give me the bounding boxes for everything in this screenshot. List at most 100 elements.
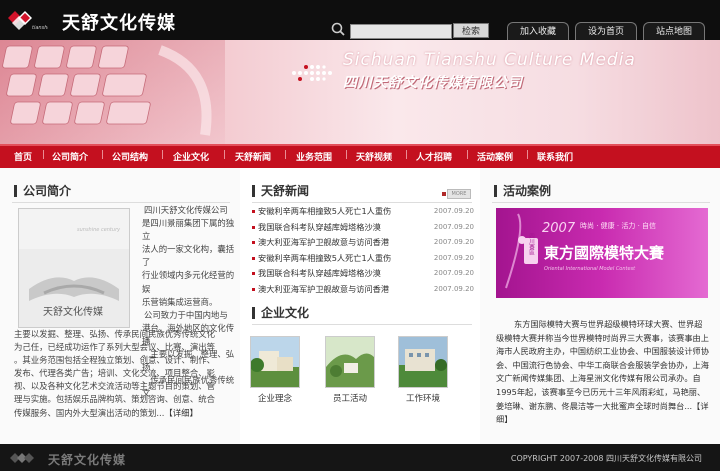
profile-line: 是四川景丽集团下属的独立 — [142, 218, 235, 242]
news-date: 2007.09.20 — [433, 238, 474, 246]
news-headline[interactable]: 安徽利辛两车相撞致5人死亡1人重伤 — [258, 206, 391, 216]
culture-photo-concept[interactable] — [250, 336, 300, 388]
news-item[interactable]: 安徽利辛两车相撞致5人死亡1人重伤 2007.09.20 — [252, 251, 474, 267]
event-banner-title: 東方國際模特大賽 — [544, 244, 665, 262]
event-year: 2007 — [542, 221, 576, 236]
divider — [12, 202, 230, 203]
profile-line: 为己任，已经成功运作了系列大型会议、比赛、演出等 — [14, 342, 215, 353]
main-nav: 首页 | 公司简介 | 公司结构 | 企业文化 | 天舒新闻 | 业务范围 | … — [0, 144, 720, 168]
nav-structure[interactable]: 公司结构 — [112, 150, 148, 163]
nav-careers[interactable]: 人才招聘 — [416, 150, 452, 163]
profile-line: 行业领域内多元化经营的娱 — [142, 270, 235, 294]
sitemap-link[interactable]: 站点地图 — [643, 22, 705, 41]
divider — [252, 202, 472, 203]
culture-label-staff[interactable]: 员工活动 — [315, 392, 385, 404]
profile-line: 乐营销集成运营商。 — [142, 296, 218, 307]
footer-logo-icon — [10, 453, 34, 463]
nav-home[interactable]: 首页 — [14, 150, 32, 163]
nav-separator: | — [42, 150, 46, 160]
content-area: 公司简介 sunshine century 天舒文化传媒 四川天舒文化传媒公司 … — [0, 168, 720, 444]
set-homepage-link[interactable]: 设为首页 — [575, 22, 637, 41]
nav-separator: | — [223, 150, 227, 160]
nav-culture[interactable]: 企业文化 — [173, 150, 209, 163]
event-description: 东方国际模特大赛与世界超级模特环球大赛、世界超级模特大赛并称当今世界模特时尚界三… — [496, 318, 710, 427]
culture-photo-staff[interactable] — [325, 336, 375, 388]
profile-detail-link[interactable]: 【详细】 — [164, 408, 198, 418]
news-item[interactable]: 澳大利亚海军护卫舰故意与访问香港 2007.09.20 — [252, 235, 474, 251]
profile-caption: 天舒文化传媒 — [43, 307, 103, 318]
nav-business[interactable]: 业务范围 — [296, 150, 332, 163]
profile-line: 发布、代理各类广告；培训、文化交流、项目整合、影 — [14, 368, 215, 379]
top-bar: tianshu 天舒文化传媒 检索 加入收藏 设为首页 站点地图 — [0, 0, 720, 41]
news-headline[interactable]: 澳大利亚海军护卫舰故意与访问香港 — [258, 237, 389, 247]
logo-text[interactable]: 天舒文化传媒 — [62, 9, 176, 35]
profile-line: 。其业务范围包括全程独立策划、创意、设计、制作、 — [14, 355, 215, 366]
event-tags: 時尚 · 健康 · 活力 · 自信 — [580, 221, 656, 230]
news-headline[interactable]: 我国联合科考队穿越库姆塔格沙漠 — [258, 222, 381, 232]
profile-title: 公司简介 — [14, 185, 71, 197]
nav-cases[interactable]: 活动案例 — [477, 150, 513, 163]
news-headline[interactable]: 澳大利亚海军护卫舰故意与访问香港 — [258, 284, 389, 294]
event-banner-image[interactable]: 2007 時尚 · 健康 · 活力 · 自信 四川賽區 東方國際模特大賽 Ori… — [496, 208, 708, 298]
news-item[interactable]: 澳大利亚海军护卫舰故意与访问香港 2007.09.20 — [252, 282, 474, 298]
footer-logo-text: 天舒文化传媒 — [48, 453, 127, 467]
event-banner-en: Oriental International Model Contest — [544, 266, 636, 272]
news-item[interactable]: 我国联合科考队穿越库姆塔格沙漠 2007.09.20 — [252, 266, 474, 282]
culture-label-environment[interactable]: 工作环境 — [388, 392, 458, 404]
news-item[interactable]: 安徽利辛两车相撞致5人死亡1人重伤 2007.09.20 — [252, 204, 474, 220]
divider — [492, 202, 710, 203]
bullet-icon — [252, 225, 255, 229]
svg-text:tianshu: tianshu — [32, 25, 48, 31]
profile-line: 四川天舒文化传媒公司 — [144, 205, 228, 215]
news-date: 2007.09.20 — [433, 269, 474, 277]
bullet-icon — [252, 241, 255, 244]
search-input[interactable] — [350, 24, 452, 39]
event-text: 东方国际模特大赛与世界超级模特环球大赛、世界超级模特大赛并称当今世界模特时尚界三… — [496, 319, 709, 411]
profile-line: 传媒服务、国内外大型演出活动的策划... — [14, 407, 165, 418]
nav-separator: | — [526, 150, 530, 160]
news-headline[interactable]: 我国联合科考队穿越库姆塔格沙漠 — [258, 268, 381, 278]
dots-decoration — [292, 65, 332, 81]
profile-line: 视、以及各种文化艺术交流活动等主题节目的策划、管 — [14, 381, 215, 392]
profile-tagline: sunshine century — [77, 227, 121, 233]
profile-line: 法人的一家文化构，囊括了 — [142, 244, 235, 268]
divider — [252, 324, 472, 325]
news-date: 2007.09.20 — [433, 207, 474, 215]
profile-line: 公司致力于中国内地与 — [144, 309, 228, 320]
add-favorite-link[interactable]: 加入收藏 — [507, 22, 569, 41]
news-item[interactable]: 我国联合科考队穿越库姆塔格沙漠 2007.09.20 — [252, 220, 474, 236]
profile-line: 理与实施。包括娱乐品牌构筑、策划咨询、创意、统合 — [14, 394, 215, 405]
hero-banner: Sichuan Tianshu Culture Media 四川天舒文化传媒有限… — [0, 40, 720, 144]
events-title: 活动案例 — [494, 185, 551, 197]
search-button[interactable]: 检索 — [453, 23, 489, 38]
nav-separator: | — [284, 150, 288, 160]
event-region: 四川賽區 — [528, 233, 535, 256]
nav-contact[interactable]: 联系我们 — [537, 150, 573, 163]
nav-news[interactable]: 天舒新闻 — [235, 150, 271, 163]
nav-separator: | — [161, 150, 165, 160]
nav-profile[interactable]: 公司简介 — [52, 150, 88, 163]
logo-icon: tianshu — [8, 11, 48, 31]
nav-separator: | — [466, 150, 470, 160]
footer-copyright: COPYRIGHT 2007-2008 四川天舒文化传媒有限公司 — [510, 454, 702, 463]
bullet-icon — [252, 256, 255, 260]
profile-intro-full: 主要以发掘、整理、弘扬、传承民间民族优秀传统文化 为己任，已经成功运作了系列大型… — [14, 328, 236, 420]
news-title: 天舒新闻 — [252, 185, 309, 197]
culture-label-concept[interactable]: 企业理念 — [240, 392, 310, 404]
bullet-icon — [252, 210, 255, 213]
culture-photo-environment[interactable] — [398, 336, 448, 388]
nav-separator: | — [101, 150, 105, 160]
bullet-icon — [252, 287, 255, 291]
news-date: 2007.09.20 — [433, 253, 474, 262]
search-icon[interactable] — [331, 22, 345, 36]
keyboard-image — [0, 40, 225, 144]
nav-separator: | — [405, 150, 409, 160]
news-date: 2007.09.20 — [433, 284, 474, 293]
nav-separator: | — [345, 150, 349, 160]
news-list: 安徽利辛两车相撞致5人死亡1人重伤 2007.09.20 我国联合科考队穿越库姆塔… — [252, 204, 474, 297]
news-more-link[interactable]: MORE — [442, 189, 471, 199]
nav-video[interactable]: 天舒视频 — [356, 150, 392, 163]
banner-title-cn: 四川天舒文化传媒有限公司 — [343, 75, 523, 91]
news-headline[interactable]: 安徽利辛两车相撞致5人死亡1人重伤 — [258, 253, 391, 263]
banner-title-en: Sichuan Tianshu Culture Media — [343, 50, 636, 70]
